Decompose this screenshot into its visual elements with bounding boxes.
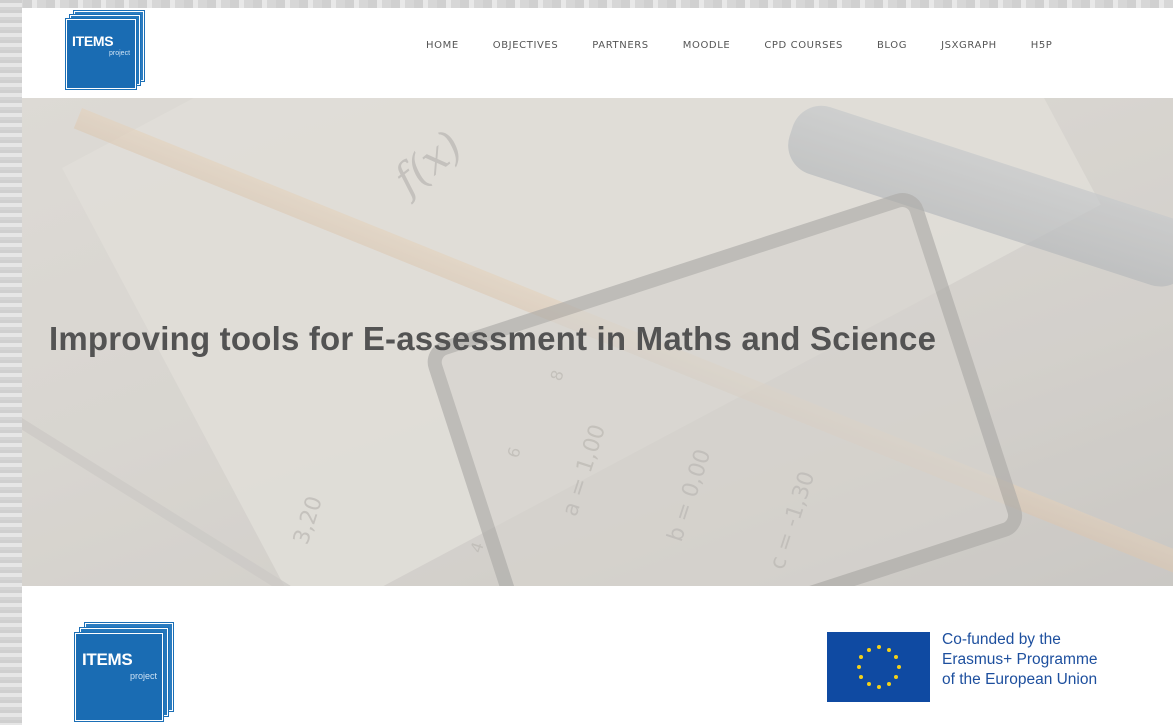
eu-star-icon — [876, 645, 881, 649]
nav-item-jsxgraph[interactable]: JSXGRAPH — [941, 40, 997, 56]
logo-subtitle: project — [109, 50, 131, 57]
nav-item-h5p[interactable]: H5P — [1031, 40, 1053, 56]
hero-title: Improving tools for E-assessment in Math… — [49, 320, 937, 357]
eu-star-icon — [859, 675, 864, 679]
eu-star-icon — [886, 647, 891, 652]
hero-banner: f(x) 3,20 4 6 8 a = 1,00 b = 0,00 c = -1… — [22, 98, 1173, 586]
page-top-edge — [0, 0, 1173, 8]
site-header: ITEMS project HOME OBJECTIVES PARTNERS M… — [22, 8, 1173, 98]
eu-star-icon — [896, 665, 901, 669]
eu-star-icon — [886, 682, 891, 687]
logo-title: ITEMS — [82, 650, 133, 669]
eu-text-line: of the European Union — [942, 671, 1098, 688]
nav-item-partners[interactable]: PARTNERS — [592, 40, 648, 56]
footer-logo[interactable]: ITEMS project — [75, 623, 175, 723]
page-left-edge — [0, 0, 22, 725]
page: ITEMS project HOME OBJECTIVES PARTNERS M… — [22, 8, 1173, 725]
nav-item-cpd-courses[interactable]: CPD COURSES — [764, 40, 843, 56]
site-logo[interactable]: ITEMS project — [66, 11, 146, 89]
eu-star-icon — [893, 655, 898, 659]
eu-flag-icon — [827, 632, 930, 702]
eu-star-icon — [876, 685, 881, 689]
main-nav: HOME OBJECTIVES PARTNERS MOODLE CPD COUR… — [426, 40, 1052, 56]
logo-sheet-front: ITEMS project — [66, 19, 136, 89]
site-footer: ITEMS project Co-funded by the Erasmus+ … — [22, 586, 1173, 725]
nav-item-home[interactable]: HOME — [426, 40, 459, 56]
nav-item-moodle[interactable]: MOODLE — [683, 40, 731, 56]
nav-item-blog[interactable]: BLOG — [877, 40, 907, 56]
eu-text-line: Erasmus+ Programme — [942, 651, 1098, 668]
nav-item-objectives[interactable]: OBJECTIVES — [493, 40, 559, 56]
eu-text-line: Co-funded by the — [942, 631, 1061, 648]
eu-star-icon — [866, 647, 871, 652]
logo-sheet-front: ITEMS project — [75, 633, 163, 721]
logo-subtitle: project — [130, 671, 158, 681]
eu-star-icon — [859, 655, 864, 659]
eu-cofunding-text: Co-funded by the Erasmus+ Programme of t… — [942, 630, 1173, 690]
logo-title: ITEMS — [72, 33, 114, 49]
eu-star-icon — [893, 675, 898, 679]
eu-star-icon — [866, 682, 871, 687]
eu-star-icon — [856, 665, 861, 669]
